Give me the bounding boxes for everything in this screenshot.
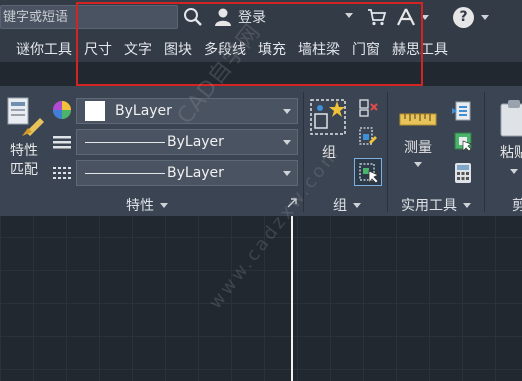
login-label: 登录 [238,10,266,26]
group-button[interactable]: 组 [309,98,349,163]
linetype-dropdown[interactable]: ByLayer [76,129,298,155]
linetype-preview [85,141,165,143]
quick-select-icon[interactable] [452,100,474,122]
ungroup-icon[interactable] [358,98,378,118]
panel-separator [484,92,485,212]
title-bar: 登录 ? [0,0,522,36]
lineweight-icon [53,167,71,179]
ribbon-tabs: 谜你工具 尺寸 文字 图块 多段线 填充 墙柱梁 门窗 赫思工具 [0,36,522,62]
group-panel-title[interactable]: 组 [312,194,382,216]
chevron-down-icon [414,162,422,167]
utilities-panel-title[interactable]: 实用工具 [390,194,482,216]
ribbon-panel: 特性 匹配 ByLayer ByLayer ByLayer 特性 组 组 测量 … [0,86,522,216]
linetype-value: ByLayer [167,134,224,150]
drawing-canvas[interactable] [0,216,522,381]
tab-polyline[interactable]: 多段线 [198,39,252,59]
tab-block[interactable]: 图块 [158,39,198,59]
color-dropdown[interactable]: ByLayer [76,98,298,124]
clipboard-icon [500,100,522,137]
group-selection-icon [359,163,379,184]
select-all-icon[interactable] [452,130,474,152]
tab-dimension[interactable]: 尺寸 [78,39,118,59]
help-icon: ? [453,6,474,28]
panel-launcher-icon[interactable] [287,198,297,208]
clipboard-panel-label: 剪 [512,198,522,214]
help-button[interactable]: ? [453,6,489,28]
tab-door-window[interactable]: 门窗 [346,39,386,59]
crosshair-cursor [291,216,293,381]
search-input[interactable] [1,6,177,29]
group-label: 组 [322,145,336,161]
lineweight-preview [85,172,165,174]
help-chevron-down-icon [481,14,489,20]
properties-panel-title[interactable]: 特性 [0,194,300,216]
chevron-down-icon [283,171,291,176]
autodesk-chevron-down-icon [421,14,429,20]
group-selection-toggle[interactable] [354,158,382,186]
clipboard-panel-title[interactable]: 剪 [512,194,522,216]
autodesk-icon [397,8,415,26]
measure-button[interactable]: 测量 [394,106,442,167]
chevron-down-icon [160,202,168,208]
color-value: ByLayer [115,103,172,119]
match-properties-button[interactable]: 特性 匹配 [4,96,44,180]
match-properties-icon [7,97,44,136]
user-menu-chevron-down-icon[interactable] [345,13,353,18]
match-properties-label-2: 匹配 [10,162,38,178]
color-swatch [85,101,105,121]
tab-mini-tools[interactable]: 谜你工具 [0,39,78,59]
tab-hatch[interactable]: 填充 [252,39,292,59]
tab-text[interactable]: 文字 [118,39,158,59]
paste-button[interactable]: 粘贴 [494,98,522,174]
lineweight-value: ByLayer [167,165,224,181]
linetype-icon [53,136,71,149]
chevron-down-icon [353,202,361,208]
paste-label: 粘贴 [500,145,522,161]
chevron-down-icon [463,202,471,208]
utilities-panel-label: 实用工具 [401,198,457,214]
tab-hesi-tools[interactable]: 赫思工具 [386,39,454,59]
tab-wall-column-beam[interactable]: 墙柱梁 [292,39,346,59]
chevron-down-icon [510,169,518,174]
user-icon [215,8,231,26]
panel-separator [387,92,388,212]
search-icon[interactable] [183,6,203,28]
chevron-down-icon [283,140,291,145]
group-panel-label: 组 [333,198,347,214]
autodesk-a360-button[interactable] [395,6,429,28]
calculator-icon[interactable] [454,162,472,184]
properties-panel-label: 特性 [126,198,154,214]
match-properties-label-1: 特性 [10,143,38,159]
lineweight-dropdown[interactable]: ByLayer [76,160,298,186]
login-button[interactable]: 登录 [213,6,266,28]
group-edit-icon[interactable] [358,126,378,146]
ruler-icon [399,113,437,126]
cart-icon[interactable] [367,6,387,28]
group-icon [310,99,346,135]
search-box[interactable] [0,5,178,29]
color-wheel-icon [53,101,71,119]
chevron-down-icon [283,109,291,114]
measure-label: 测量 [404,140,432,156]
panel-separator [303,92,304,212]
